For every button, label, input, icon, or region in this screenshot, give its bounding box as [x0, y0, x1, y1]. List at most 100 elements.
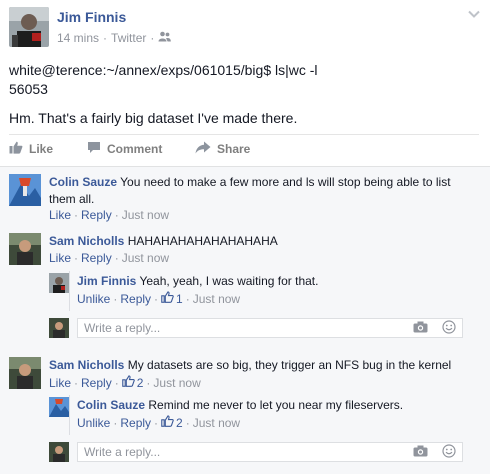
meta-separator: ·: [150, 31, 155, 45]
reply-body: Jim Finnis Yeah, yeah, I was waiting for…: [77, 273, 318, 290]
reply-actions: Unlike · Reply · 1 · Just now: [77, 291, 240, 306]
reply-input-icons: [413, 320, 456, 337]
comment-time[interactable]: Just now: [122, 251, 169, 265]
reply-thread-line: [69, 271, 70, 311]
comment-icon: [87, 141, 101, 157]
reply-avatar[interactable]: [49, 397, 69, 417]
reply-input[interactable]: Write a reply...: [77, 318, 463, 338]
dot-separator: ·: [114, 208, 119, 222]
comment-author[interactable]: Colin Sauze: [49, 175, 117, 189]
comment-text: You need to make a few more and ls will …: [120, 175, 451, 189]
like-button[interactable]: Like: [9, 141, 87, 157]
comment-label: Comment: [107, 142, 163, 156]
commenter-avatar[interactable]: [9, 233, 41, 265]
my-avatar: [49, 318, 69, 338]
dot-separator: ·: [154, 291, 159, 306]
reply-actions: Unlike · Reply · 2 · Just now: [77, 415, 240, 430]
comment-like-link[interactable]: Like: [49, 376, 71, 390]
reply-input[interactable]: Write a reply...: [77, 442, 463, 462]
post-line: Hm. That's a fairly big dataset I've mad…: [9, 110, 298, 126]
comment-text-cont: them all.: [49, 192, 95, 206]
dot-separator: ·: [74, 375, 79, 390]
reply-time[interactable]: Just now: [193, 292, 240, 306]
like-count: 1: [176, 291, 183, 306]
chevron-down-icon[interactable]: [467, 7, 481, 21]
comment-actions: Like · Reply · Just now: [49, 208, 169, 222]
reply-reply-link[interactable]: Reply: [120, 292, 151, 306]
like-label: Like: [29, 142, 54, 156]
reply-text: Yeah, yeah, I was waiting for that.: [139, 274, 319, 288]
comment-body: Sam Nicholls My datasets are so big, the…: [49, 357, 451, 374]
like-count: 2: [176, 415, 183, 430]
post-source[interactable]: Twitter: [111, 31, 146, 45]
dot-separator: ·: [185, 291, 190, 306]
thumbs-up-icon: [161, 415, 174, 430]
comment-actions: Like · Reply · Just now: [49, 251, 169, 265]
comment-author[interactable]: Sam Nicholls: [49, 234, 124, 248]
reply-body: Colin Sauze Remind me never to let you n…: [77, 397, 403, 414]
reply-unlike-link[interactable]: Unlike: [77, 416, 110, 430]
post-actions: Like Comment Share: [9, 141, 250, 157]
thumbs-up-icon: [121, 375, 135, 390]
actions-divider: [9, 134, 479, 135]
reply-time[interactable]: Just now: [193, 416, 240, 430]
reply-author[interactable]: Jim Finnis: [77, 274, 136, 288]
post-card: Jim Finnis 14 mins · Twitter · white@ter…: [0, 0, 490, 170]
comment-time[interactable]: Just now: [153, 376, 200, 390]
post-line: white@terence:~/annex/exps/061015/big$ l…: [9, 62, 318, 78]
comment-text: HAHAHAHAHAHAHAHAHA: [127, 234, 278, 248]
comment-button[interactable]: Comment: [87, 141, 195, 157]
reply-unlike-link[interactable]: Unlike: [77, 292, 110, 306]
dot-separator: ·: [114, 375, 119, 390]
dot-separator: ·: [74, 251, 79, 265]
comment-reply-link[interactable]: Reply: [81, 208, 112, 222]
reply-like-count[interactable]: 2: [161, 415, 183, 430]
comment-reply-link[interactable]: Reply: [81, 376, 112, 390]
post-author-name[interactable]: Jim Finnis: [57, 9, 126, 25]
like-icon: [9, 141, 23, 157]
meta-separator: ·: [103, 31, 108, 45]
commenter-avatar[interactable]: [9, 174, 41, 206]
reply-thread-line: [69, 395, 70, 435]
share-button[interactable]: Share: [195, 141, 250, 157]
comment-body: Colin Sauze You need to make a few more …: [49, 174, 479, 208]
camera-icon[interactable]: [413, 321, 428, 336]
post-time[interactable]: 14 mins: [57, 31, 99, 45]
my-avatar: [49, 442, 69, 462]
dot-separator: ·: [146, 375, 151, 390]
post-body: white@terence:~/annex/exps/061015/big$ l…: [9, 61, 318, 128]
author-avatar[interactable]: [9, 7, 49, 47]
reply-text: Remind me never to let you near my files…: [148, 398, 404, 412]
reply-author[interactable]: Colin Sauze: [77, 398, 145, 412]
reply-placeholder: Write a reply...: [84, 321, 161, 335]
comment-like-count[interactable]: 2: [121, 375, 144, 390]
reply-placeholder: Write a reply...: [84, 445, 161, 459]
dot-separator: ·: [113, 291, 118, 306]
friends-audience-icon[interactable]: [158, 31, 172, 45]
comment-time[interactable]: Just now: [122, 208, 169, 222]
post-line: 56053: [9, 81, 48, 97]
camera-icon[interactable]: [413, 445, 428, 460]
comment-author[interactable]: Sam Nicholls: [49, 358, 124, 372]
commenter-avatar[interactable]: [9, 357, 41, 389]
dot-separator: ·: [114, 251, 119, 265]
like-count: 2: [136, 375, 144, 390]
emoji-icon[interactable]: [442, 320, 456, 337]
dot-separator: ·: [185, 415, 190, 430]
reply-like-count[interactable]: 1: [161, 291, 183, 306]
reply-reply-link[interactable]: Reply: [120, 416, 151, 430]
post-meta: 14 mins · Twitter ·: [57, 31, 172, 45]
share-icon: [195, 141, 211, 157]
comment-like-link[interactable]: Like: [49, 208, 71, 222]
reply-avatar[interactable]: [49, 273, 69, 293]
share-label: Share: [217, 142, 251, 156]
dot-separator: ·: [113, 415, 118, 430]
dot-separator: ·: [74, 208, 79, 222]
emoji-icon[interactable]: [442, 444, 456, 461]
dot-separator: ·: [154, 415, 159, 430]
thumbs-up-icon: [161, 291, 174, 306]
comment-reply-link[interactable]: Reply: [81, 251, 112, 265]
reply-input-icons: [413, 444, 456, 461]
comment-text: My datasets are so big, they trigger an …: [127, 358, 452, 372]
comment-like-link[interactable]: Like: [49, 251, 71, 265]
